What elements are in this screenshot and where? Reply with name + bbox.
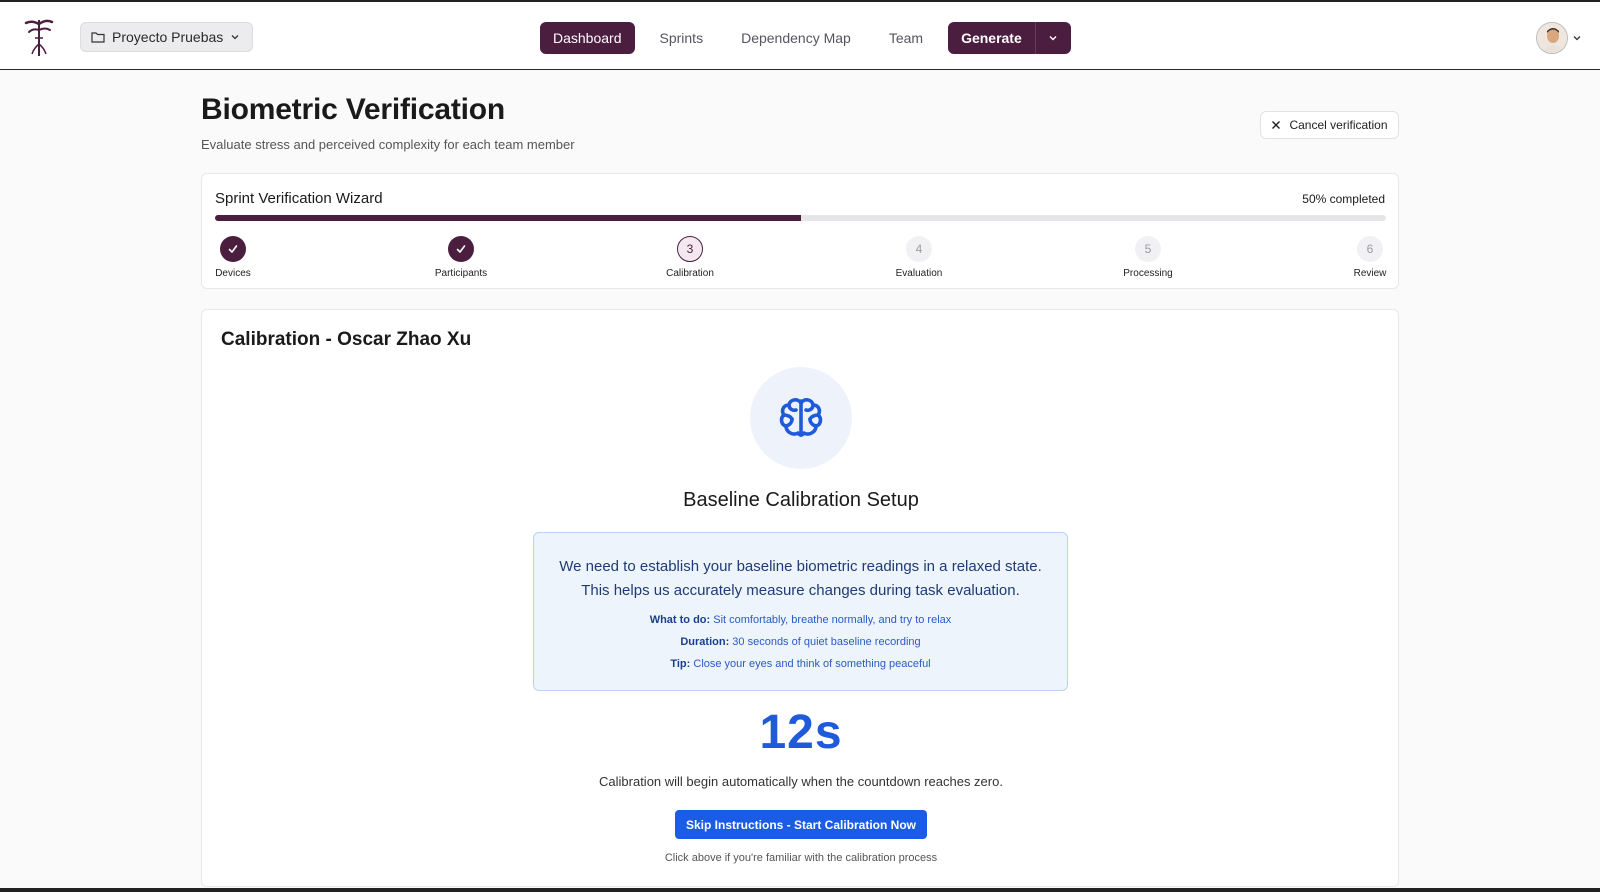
nav-dashboard[interactable]: Dashboard — [540, 22, 635, 54]
close-icon — [1272, 121, 1281, 129]
chevron-down-icon — [231, 35, 239, 40]
project-selector[interactable]: Proyecto Pruebas — [80, 22, 254, 52]
step-marker: 4 — [906, 236, 932, 262]
wizard-progress-bar — [215, 215, 1386, 221]
step-label: Devices — [215, 268, 251, 279]
top-navigation-bar: Proyecto Pruebas Dashboard Sprints Depen… — [0, 2, 1600, 70]
step-processing[interactable]: 5 Processing — [1103, 236, 1193, 279]
instruction-what-text: Sit comfortably, breathe normally, and t… — [713, 614, 952, 626]
instruction-tip-label: Tip: — [670, 658, 691, 670]
avatar — [1536, 22, 1568, 54]
step-marker: 5 — [1135, 236, 1161, 262]
generate-button[interactable]: Generate — [948, 22, 1035, 54]
instruction-tip: Tip: Close your eyes and think of someth… — [534, 656, 1067, 673]
calibration-title: Calibration - Oscar Zhao Xu — [221, 329, 472, 350]
chevron-down-icon — [1049, 36, 1057, 41]
generate-split-button: Generate — [948, 22, 1071, 54]
step-marker — [220, 236, 246, 262]
step-review[interactable]: 6 Review — [1325, 236, 1415, 279]
nav-team[interactable]: Team — [876, 22, 936, 54]
skip-instructions-button[interactable]: Skip Instructions - Start Calibration No… — [675, 810, 927, 839]
wizard-card: Sprint Verification Wizard 50% completed… — [201, 173, 1399, 289]
instruction-tip-text: Close your eyes and think of something p… — [693, 658, 931, 670]
generate-menu-button[interactable] — [1034, 22, 1071, 54]
window-frame-bottom — [0, 888, 1600, 892]
cancel-verification-button[interactable]: Cancel verification — [1260, 111, 1399, 139]
user-menu[interactable] — [1536, 22, 1582, 54]
page-subtitle: Evaluate stress and perceived complexity… — [201, 137, 575, 152]
main-nav: Dashboard Sprints Dependency Map Team Ge… — [540, 22, 1071, 54]
folder-icon — [91, 32, 105, 43]
instruction-duration: Duration: 30 seconds of quiet baseline r… — [534, 634, 1067, 651]
step-evaluation[interactable]: 4 Evaluation — [874, 236, 964, 279]
step-label: Review — [1353, 268, 1387, 279]
step-marker — [448, 236, 474, 262]
instructions-intro: We need to establish your baseline biome… — [534, 555, 1067, 603]
step-marker: 3 — [677, 236, 703, 262]
instructions-panel: We need to establish your baseline biome… — [533, 532, 1068, 691]
chevron-down-icon — [1573, 36, 1581, 41]
step-label: Participants — [434, 268, 488, 279]
instruction-what-label: What to do: — [649, 614, 711, 626]
wizard-progress-text: 50% completed — [1302, 192, 1385, 206]
instruction-what: What to do: Sit comfortably, breathe nor… — [534, 612, 1067, 629]
instruction-duration-label: Duration: — [680, 636, 730, 648]
instruction-duration-text: 30 seconds of quiet baseline recording — [732, 636, 921, 648]
step-label: Calibration — [666, 268, 714, 279]
brain-icon — [779, 398, 823, 437]
skip-note: Click above if you're familiar with the … — [664, 852, 938, 864]
calibration-card: Calibration - Oscar Zhao Xu Baseline Cal… — [201, 309, 1399, 887]
instructions-details: What to do: Sit comfortably, breathe nor… — [534, 612, 1067, 673]
project-label: Proyecto Pruebas — [112, 29, 224, 45]
step-calibration[interactable]: 3 Calibration — [645, 236, 735, 279]
instructions-intro-line: This helps us accurately measure changes… — [581, 582, 1020, 599]
setup-title: Baseline Calibration Setup — [683, 489, 919, 511]
brain-icon-badge — [750, 367, 852, 469]
step-devices[interactable]: Devices — [188, 236, 278, 279]
nav-sprints[interactable]: Sprints — [647, 22, 717, 54]
wizard-title: Sprint Verification Wizard — [215, 190, 383, 207]
check-icon — [228, 245, 238, 253]
user-avatar-icon — [1537, 23, 1567, 53]
page-title: Biometric Verification — [201, 93, 506, 126]
check-icon — [456, 245, 466, 253]
tree-logo-icon[interactable] — [22, 14, 56, 58]
step-participants[interactable]: Participants — [416, 236, 506, 279]
nav-dependency-map[interactable]: Dependency Map — [728, 22, 864, 54]
countdown-note: Calibration will begin automatically whe… — [599, 774, 1003, 789]
wizard-progress-fill — [215, 215, 801, 221]
countdown-timer: 12s — [759, 706, 843, 759]
instructions-intro-line: We need to establish your baseline biome… — [559, 558, 1042, 575]
step-label: Evaluation — [895, 268, 943, 279]
step-marker: 6 — [1357, 236, 1383, 262]
step-label: Processing — [1123, 268, 1173, 279]
cancel-verification-label: Cancel verification — [1289, 118, 1388, 132]
